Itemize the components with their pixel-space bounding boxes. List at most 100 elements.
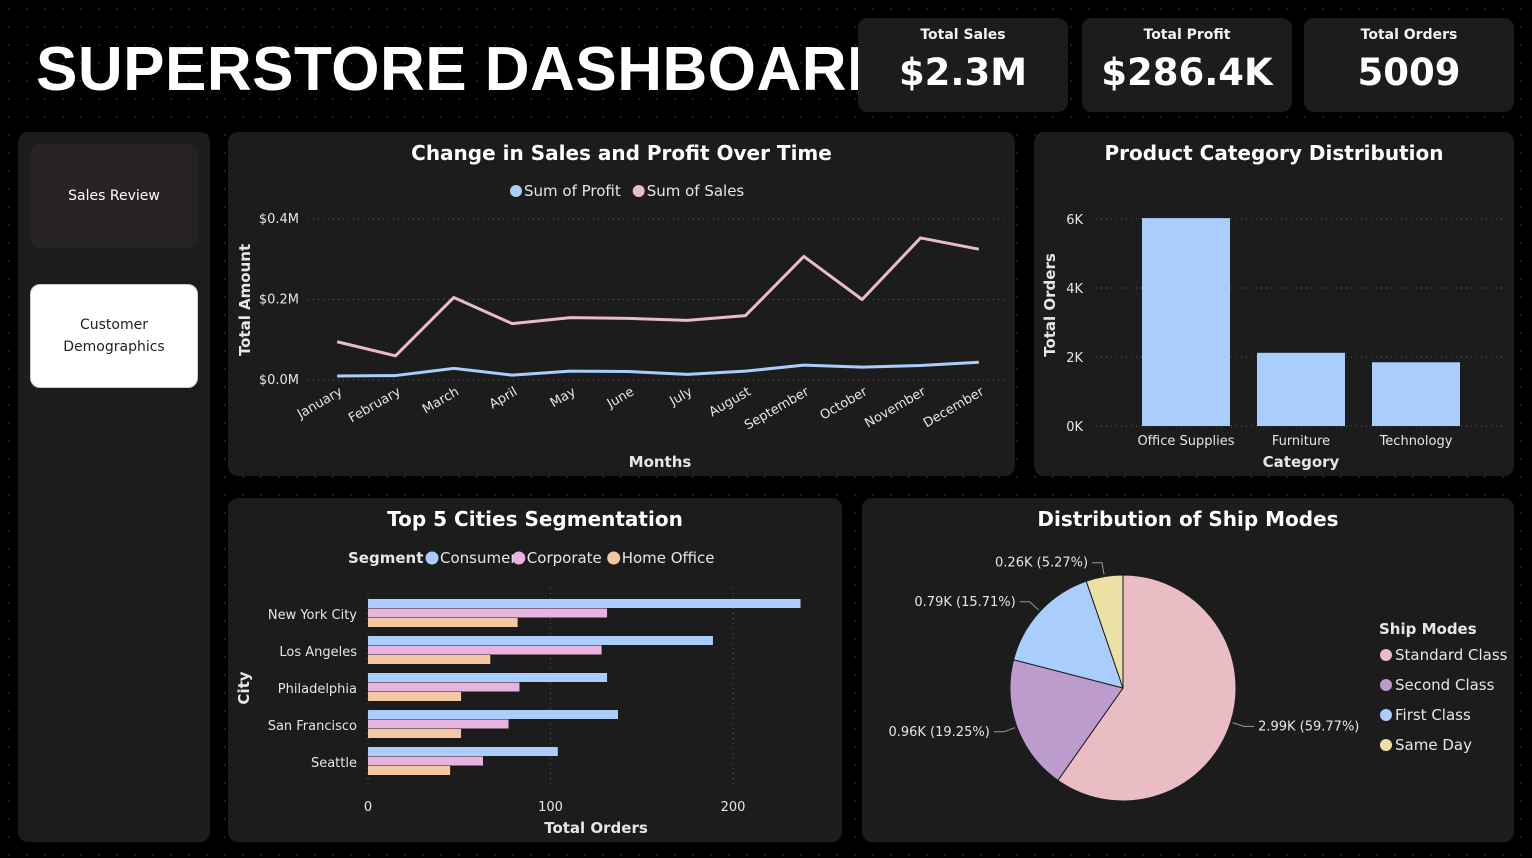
panel-cities: Top 5 Cities Segmentation 0 100 200 New Yor… bbox=[228, 498, 842, 842]
bar-consumer bbox=[368, 673, 608, 682]
bar-technology bbox=[1372, 362, 1460, 426]
y-tick-label: 4K bbox=[1066, 282, 1083, 297]
cities-bar-chart: 0 100 200 New York City Los Angeles Philadelp… bbox=[235, 549, 801, 837]
dashboard-title: SUPERSTORE DASHBOARD bbox=[36, 35, 893, 104]
legend-marker bbox=[512, 551, 526, 565]
y-tick-label: $0.0M bbox=[259, 373, 299, 388]
legend-marker bbox=[1380, 709, 1392, 721]
nav-sales-review-button[interactable]: Sales Review bbox=[30, 144, 198, 248]
pie-data-label: 2.99K (59.77%) bbox=[1258, 719, 1359, 734]
x-tick-label: February bbox=[346, 384, 404, 426]
legend-label: Same Day bbox=[1395, 736, 1472, 754]
bar-home-office bbox=[368, 729, 462, 738]
kpi-card-total-profit: Total Profit $286.4K bbox=[1082, 18, 1292, 112]
pie-leader-line bbox=[993, 727, 1016, 733]
y-tick-label: San Francisco bbox=[268, 719, 357, 734]
y-tick-label: New York City bbox=[268, 608, 357, 623]
bar-home-office bbox=[368, 766, 451, 775]
kpi-value: 5009 bbox=[1357, 51, 1461, 94]
bar-furniture bbox=[1257, 352, 1345, 426]
sidebar: Sales Review Customer Demographics bbox=[18, 132, 210, 842]
legend-label: Standard Class bbox=[1395, 646, 1508, 664]
legend-marker bbox=[510, 185, 522, 197]
bar-consumer bbox=[368, 599, 801, 608]
x-tick-label: March bbox=[420, 384, 462, 417]
bar-corporate bbox=[368, 645, 602, 655]
series-line-sum-of-profit bbox=[337, 360, 979, 378]
kpi-label: Total Orders bbox=[1360, 27, 1458, 43]
pie-leader-line bbox=[1092, 562, 1105, 575]
kpi-card-total-orders: Total Orders 5009 bbox=[1304, 18, 1514, 112]
legend-label: First Class bbox=[1395, 706, 1471, 724]
y-tick-label: 2K bbox=[1066, 351, 1083, 366]
x-tick-label: August bbox=[707, 384, 754, 420]
category-bar-chart: 0K 2K 4K 6K Office Supplies Furniture Technolo… bbox=[1041, 213, 1504, 471]
ship-modes-pie-chart: 2.99K (59.77%) 0.96K (19.25%) 0.79K (15.71… bbox=[888, 556, 1508, 802]
x-axis-label: Category bbox=[1263, 453, 1340, 471]
bar-corporate bbox=[368, 756, 483, 766]
y-axis-label: Total Amount bbox=[236, 244, 254, 356]
x-axis-label: Months bbox=[629, 453, 692, 471]
legend-label: Sum of Sales bbox=[647, 182, 745, 200]
x-axis-label: Total Orders bbox=[544, 819, 648, 837]
legend-marker bbox=[1380, 649, 1392, 661]
x-tick-label: 0 bbox=[364, 800, 372, 815]
legend-marker bbox=[607, 551, 621, 565]
kpi-label: Total Sales bbox=[920, 27, 1006, 43]
x-tick-label: July bbox=[667, 384, 696, 409]
x-tick-label: December bbox=[921, 384, 987, 431]
legend-marker bbox=[1380, 679, 1392, 691]
y-axis-label: City bbox=[235, 671, 253, 704]
series-line-sum-of-sales bbox=[336, 236, 980, 358]
y-tick-label: Philadelphia bbox=[278, 682, 357, 697]
panel-category: Product Category Distribution 0K 2K 4K 6K Of… bbox=[1034, 132, 1514, 476]
bar-office-supplies bbox=[1142, 218, 1230, 426]
legend-marker bbox=[425, 551, 439, 565]
panel-sales-profit: Change in Sales and Profit Over Time $0.… bbox=[228, 132, 1015, 476]
y-axis-label: Total Orders bbox=[1041, 253, 1059, 357]
nav-customer-demographics-button[interactable]: Customer Demographics bbox=[30, 284, 198, 388]
bar-corporate bbox=[368, 682, 520, 692]
y-tick-label: 0K bbox=[1066, 420, 1083, 435]
x-tick-label: 200 bbox=[721, 800, 746, 815]
bar-consumer bbox=[368, 747, 558, 756]
pie-data-label: 0.26K (5.27%) bbox=[995, 556, 1088, 571]
legend-label: Home Office bbox=[622, 549, 715, 567]
bar-home-office bbox=[368, 655, 491, 664]
bar-home-office bbox=[368, 618, 518, 627]
kpi-card-total-sales: Total Sales $2.3M bbox=[858, 18, 1068, 112]
bar-consumer bbox=[368, 710, 619, 719]
x-tick-label: Furniture bbox=[1272, 434, 1330, 449]
line-chart: $0.0M $0.2M $0.4M January February March April… bbox=[236, 182, 1008, 471]
legend-marker bbox=[632, 185, 645, 197]
pie-leader-line bbox=[1232, 722, 1255, 727]
bar-home-office bbox=[368, 692, 462, 701]
x-tick-label: January bbox=[294, 384, 345, 422]
x-tick-label: 100 bbox=[538, 800, 563, 815]
legend-marker bbox=[1380, 739, 1392, 751]
kpi-value: $286.4K bbox=[1101, 51, 1273, 94]
x-tick-label: Office Supplies bbox=[1137, 434, 1234, 449]
x-tick-label: November bbox=[862, 384, 929, 431]
legend-label: Corporate bbox=[527, 549, 602, 567]
pie-data-label: 0.79K (15.71%) bbox=[914, 595, 1015, 610]
x-tick-label: June bbox=[604, 384, 637, 412]
x-tick-label: September bbox=[742, 384, 812, 433]
legend-label: Sum of Profit bbox=[524, 182, 621, 200]
bar-consumer bbox=[368, 636, 713, 645]
y-tick-label: $0.2M bbox=[259, 293, 299, 308]
pie-leader-line bbox=[1019, 601, 1039, 611]
legend-label: Consumer bbox=[440, 549, 517, 567]
bar-corporate bbox=[368, 608, 608, 618]
kpi-label: Total Profit bbox=[1143, 27, 1231, 43]
x-tick-label: May bbox=[548, 384, 579, 411]
x-tick-label: April bbox=[487, 384, 520, 412]
y-tick-label: Los Angeles bbox=[279, 645, 357, 660]
legend-title: Ship Modes bbox=[1379, 620, 1477, 638]
y-tick-label: 6K bbox=[1066, 213, 1083, 228]
y-tick-label: Seattle bbox=[311, 756, 357, 771]
legend-title: Segment bbox=[348, 549, 423, 567]
x-tick-label: Technology bbox=[1379, 434, 1453, 449]
pie-data-label: 0.96K (19.25%) bbox=[888, 725, 989, 740]
kpi-value: $2.3M bbox=[898, 51, 1028, 94]
